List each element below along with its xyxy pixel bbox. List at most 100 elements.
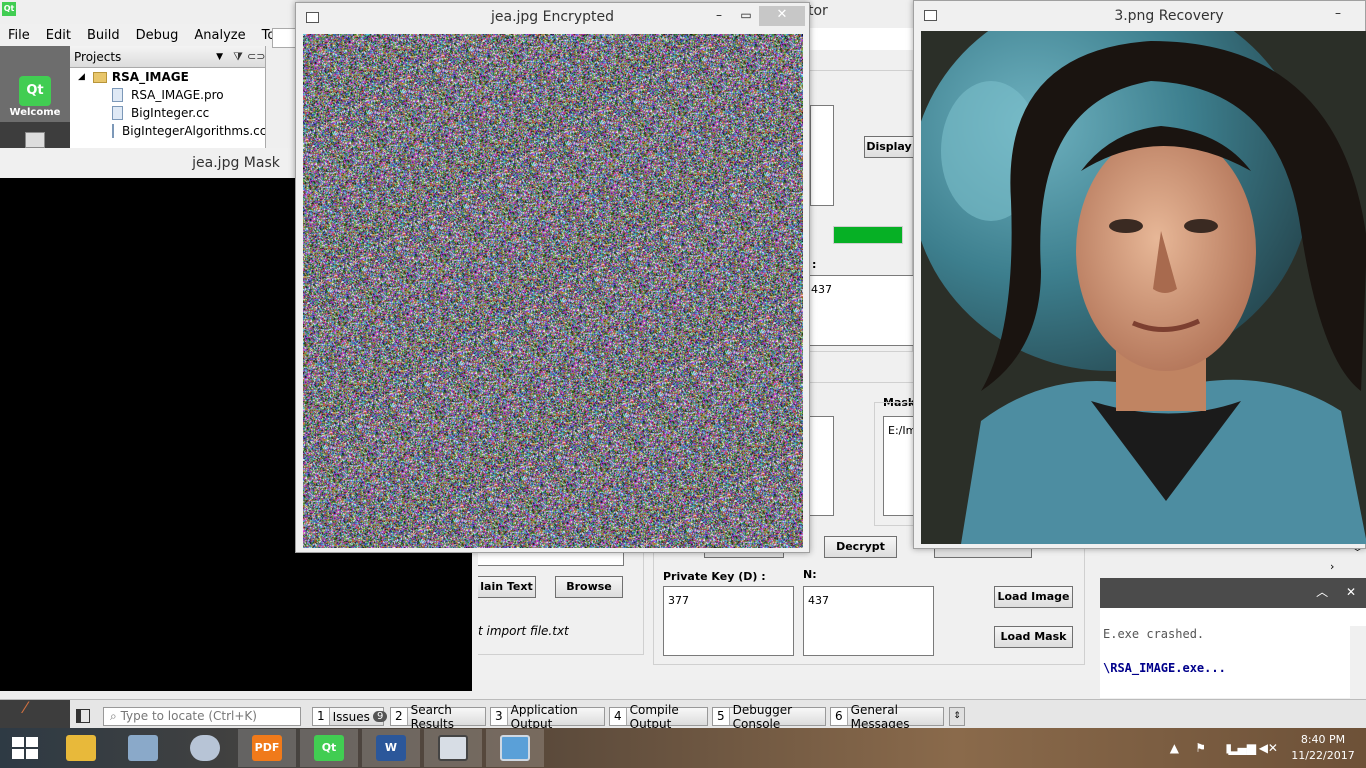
load-image-button[interactable]: Load Image xyxy=(994,586,1073,608)
tab-application-output[interactable]: 3 Application Output xyxy=(490,703,605,731)
mask-path-field[interactable]: E:/Im xyxy=(883,416,916,516)
tab-number: 5 xyxy=(713,708,730,725)
file-icon xyxy=(112,106,123,120)
minimize-icon[interactable]: – xyxy=(1325,4,1351,24)
project-name: RSA_IMAGE xyxy=(111,70,189,84)
locate-placeholder: Type to locate (Ctrl+K) xyxy=(120,709,257,723)
windows-taskbar: PDF Qt W ▲ ⚑ ▮ ▂▄▆ ◀✕ 8:40 PM 11/22/2017 xyxy=(0,728,1366,768)
locate-input[interactable]: ⌕ Type to locate (Ctrl+K) xyxy=(103,707,301,726)
n-label-top: : xyxy=(812,258,817,271)
output-line: E.exe crashed. xyxy=(1103,627,1205,641)
build-icon[interactable]: ⁄ xyxy=(24,698,27,717)
private-key-field[interactable]: 377 xyxy=(663,586,794,656)
tab-number: 4 xyxy=(610,708,627,725)
qt-logo-icon: Qt xyxy=(19,76,51,106)
search-icon: ⌕ xyxy=(110,709,117,723)
projects-header: Projects ▼ ⧩ ⊂⊃ xyxy=(70,46,265,68)
qt-app-icon: Qt xyxy=(2,2,16,16)
tree-item[interactable]: BigInteger.cc xyxy=(70,104,265,122)
application-output-pane: ︿ ✕ E.exe crashed. \RSA_IMAGE.exe... xyxy=(1100,578,1366,698)
tab-number: 2 xyxy=(391,708,408,725)
tab-label: General Messages xyxy=(850,702,910,731)
qt-creator-icon[interactable]: Qt xyxy=(300,729,358,767)
welcome-label: Welcome xyxy=(9,107,61,118)
clock[interactable]: 8:40 PM 11/22/2017 xyxy=(1288,732,1358,764)
folder-icon xyxy=(92,71,107,83)
clock-date: 11/22/2017 xyxy=(1291,749,1355,762)
paint-icon[interactable] xyxy=(176,729,234,767)
image-viewer-icon[interactable] xyxy=(424,729,482,767)
collapse-arrow-icon[interactable]: ◢ xyxy=(78,72,85,82)
tab-compile-output[interactable]: 4 Compile Output xyxy=(609,703,708,731)
maximize-icon[interactable]: ▭ xyxy=(733,6,759,26)
file-explorer-icon[interactable] xyxy=(52,729,110,767)
mode-selector: Qt Welcome xyxy=(0,46,70,148)
chevron-up-icon[interactable]: ︿ xyxy=(1316,585,1328,599)
tree-item[interactable]: RSA_IMAGE.pro xyxy=(70,86,265,104)
tab-label: Search Results xyxy=(410,702,454,731)
windows-start-icon[interactable] xyxy=(12,737,38,759)
tab-debugger-console[interactable]: 5 Debugger Console xyxy=(712,703,826,731)
issues-count-badge: 9 xyxy=(372,711,388,722)
close-icon[interactable]: ✕ xyxy=(759,6,805,26)
welcome-mode-button[interactable]: Qt Welcome xyxy=(0,46,70,122)
file-icon xyxy=(112,88,123,102)
n-label: N: xyxy=(803,568,817,581)
close-icon[interactable]: ✕ xyxy=(1346,585,1356,599)
edit-mode-icon[interactable] xyxy=(25,132,45,148)
tab-general-messages[interactable]: 6 General Messages xyxy=(830,703,944,731)
chevron-up-icon[interactable]: ▲ xyxy=(1170,741,1179,755)
file-icon xyxy=(112,124,114,138)
flag-icon[interactable]: ⚑ xyxy=(1195,741,1206,755)
link-icon[interactable]: ⊂⊃ xyxy=(247,50,265,63)
tab-number: 3 xyxy=(491,708,508,725)
decrypt-button[interactable]: Decrypt xyxy=(824,536,897,558)
private-key-label: Private Key (D) : xyxy=(663,570,766,583)
volume-muted-icon[interactable]: ◀✕ xyxy=(1259,741,1278,755)
chevron-down-icon[interactable]: ▼ xyxy=(216,52,223,62)
photos-icon[interactable] xyxy=(486,729,544,767)
more-tabs-icon[interactable]: ⇕ xyxy=(949,707,965,726)
sidebar-toggle-icon[interactable] xyxy=(76,709,90,723)
projects-pane: Projects ▼ ⧩ ⊂⊃ ◢ RSA_IMAGE RSA_IMAGE.pr… xyxy=(70,46,266,148)
tab-search-results[interactable]: 2 Search Results xyxy=(390,703,486,731)
display-button[interactable]: Display xyxy=(864,136,914,158)
tree-item[interactable]: BigIntegerAlgorithms.cc xyxy=(70,122,265,140)
n-field-top[interactable]: 437 xyxy=(806,275,914,346)
menu-analyze[interactable]: Analyze xyxy=(186,28,253,43)
load-mask-button[interactable]: Load Mask xyxy=(994,626,1073,648)
projects-combo[interactable]: Projects xyxy=(74,50,121,64)
tree-item-label: BigIntegerAlgorithms.cc xyxy=(122,124,266,138)
word-icon[interactable]: W xyxy=(362,729,420,767)
menu-debug[interactable]: Debug xyxy=(128,28,187,43)
tab-label: Debugger Console xyxy=(732,702,793,731)
performance-monitor-icon[interactable] xyxy=(114,729,172,767)
image-path-field[interactable] xyxy=(810,105,834,206)
n-field[interactable]: 437 xyxy=(803,586,934,656)
encrypted-image xyxy=(303,34,803,548)
menu-file[interactable]: File xyxy=(0,28,38,43)
progress-bar xyxy=(833,226,903,244)
recovery-window-title: 3.png Recovery xyxy=(1114,8,1224,24)
menu-build[interactable]: Build xyxy=(79,28,128,43)
tree-item-label: RSA_IMAGE.pro xyxy=(131,88,224,102)
minimize-icon[interactable]: – xyxy=(706,6,732,26)
pdf-reader-icon[interactable]: PDF xyxy=(238,729,296,767)
tab-label: Compile Output xyxy=(629,702,679,731)
chevron-right-icon[interactable]: › xyxy=(1330,560,1334,573)
recovery-window: 3.png Recovery – xyxy=(913,0,1366,549)
rsa-window-title-fragment: tor xyxy=(808,3,828,19)
menu-edit[interactable]: Edit xyxy=(38,28,79,43)
network-icon[interactable]: ▂▄▆ xyxy=(1228,741,1256,755)
tab-label: Issues xyxy=(332,709,370,724)
output-scrollbar[interactable] xyxy=(1350,626,1366,698)
recovery-titlebar: 3.png Recovery – xyxy=(914,1,1365,31)
decrypt-path-field[interactable] xyxy=(808,416,834,516)
tab-number: 1 xyxy=(313,708,330,725)
tab-label: Application Output xyxy=(510,702,578,731)
project-root[interactable]: ◢ RSA_IMAGE xyxy=(70,68,265,86)
window-icon xyxy=(924,10,937,21)
tab-issues[interactable]: 1 Issues 9 xyxy=(312,707,388,726)
filter-icon[interactable]: ⧩ xyxy=(229,50,247,64)
